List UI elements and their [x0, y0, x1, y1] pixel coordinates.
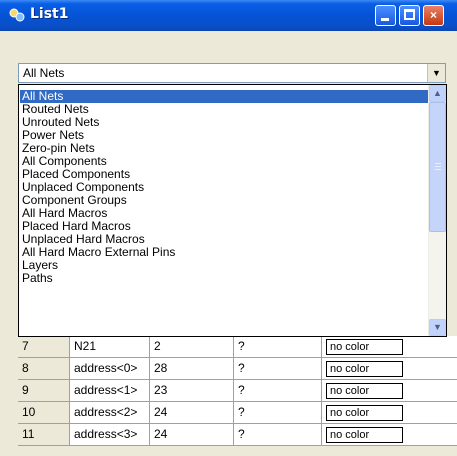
- table-row[interactable]: 8 address<0> 28 ? no color: [18, 358, 457, 380]
- net-status: ?: [234, 380, 322, 402]
- row-index: 9: [18, 380, 70, 402]
- color-cell[interactable]: no color: [322, 402, 457, 424]
- dropdown-scrollbar[interactable]: ▲ ▼: [428, 85, 446, 336]
- table-row[interactable]: 10 address<2> 24 ? no color: [18, 402, 457, 424]
- grip-line: [435, 169, 441, 170]
- row-index: 11: [18, 424, 70, 446]
- net-status: ?: [234, 424, 322, 446]
- net-status: ?: [234, 402, 322, 424]
- dropdown-option-paths[interactable]: Paths: [20, 272, 430, 285]
- close-button[interactable]: ×: [423, 5, 444, 26]
- net-count: 28: [150, 358, 234, 380]
- net-count: 23: [150, 380, 234, 402]
- row-index: 8: [18, 358, 70, 380]
- color-swatch[interactable]: no color: [326, 339, 403, 355]
- scroll-up-button[interactable]: ▲: [429, 85, 446, 102]
- scroll-down-button[interactable]: ▼: [429, 319, 446, 336]
- window-title: List1: [30, 6, 69, 22]
- filter-selected-value: All Nets: [23, 66, 65, 80]
- close-icon: ×: [429, 8, 437, 22]
- maximize-button[interactable]: [399, 5, 420, 26]
- color-cell[interactable]: no color: [322, 380, 457, 402]
- net-status: ?: [234, 336, 322, 358]
- title-bar[interactable]: List1 ×: [0, 0, 457, 31]
- row-index: 7: [18, 336, 70, 358]
- maximize-icon: [404, 9, 415, 20]
- color-swatch[interactable]: no color: [326, 383, 403, 399]
- color-cell[interactable]: no color: [322, 424, 457, 446]
- minimize-button[interactable]: [375, 5, 396, 26]
- dropdown-option-hard-macro-external-pins[interactable]: All Hard Macro External Pins: [20, 246, 430, 259]
- net-count: 24: [150, 402, 234, 424]
- chevron-down-icon: ▼: [433, 322, 442, 332]
- row-index: 10: [18, 402, 70, 424]
- net-name: address<0>: [70, 358, 150, 380]
- table-row[interactable]: 11 address<3> 24 ? no color: [18, 424, 457, 446]
- filter-dropdown-list: All Nets Routed Nets Unrouted Nets Power…: [18, 84, 447, 337]
- grip-line: [435, 166, 441, 167]
- net-name: address<3>: [70, 424, 150, 446]
- color-cell[interactable]: no color: [322, 336, 457, 358]
- net-status: ?: [234, 358, 322, 380]
- filter-combobox[interactable]: All Nets ▼: [18, 63, 446, 83]
- scroll-thumb[interactable]: [429, 102, 446, 232]
- net-name: address<2>: [70, 402, 150, 424]
- chevron-down-icon: ▼: [432, 68, 441, 78]
- net-name: address<1>: [70, 380, 150, 402]
- grip-line: [435, 163, 441, 164]
- color-swatch[interactable]: no color: [326, 427, 403, 443]
- color-swatch[interactable]: no color: [326, 405, 403, 421]
- dropdown-option-layers[interactable]: Layers: [20, 259, 430, 272]
- combo-dropdown-button[interactable]: ▼: [427, 64, 445, 82]
- chevron-up-icon: ▲: [433, 88, 442, 98]
- app-icon: [8, 7, 26, 24]
- minimize-icon: [381, 18, 389, 21]
- net-name: N21: [70, 336, 150, 358]
- net-count: 24: [150, 424, 234, 446]
- net-count: 2: [150, 336, 234, 358]
- table-row[interactable]: 7 N21 2 ? no color: [18, 336, 457, 358]
- color-swatch[interactable]: no color: [326, 361, 403, 377]
- color-cell[interactable]: no color: [322, 358, 457, 380]
- list-window: List1 × All Nets ▼ 7 N21 2 ? no color 8 …: [0, 0, 457, 456]
- table-row[interactable]: 9 address<1> 23 ? no color: [18, 380, 457, 402]
